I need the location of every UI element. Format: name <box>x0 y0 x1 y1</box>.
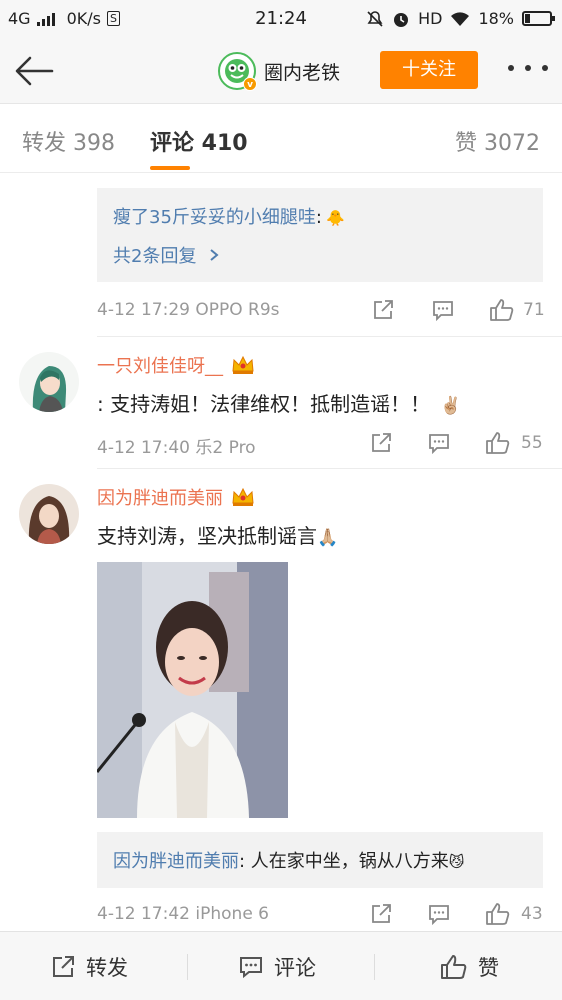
comment-label: 评论 <box>274 955 316 980</box>
wifi-icon <box>451 11 470 26</box>
comment-meta: 4-12 17:42 iPhone 6 43 <box>97 900 547 930</box>
comment-body: : 支持涛姐！法律维权！抵制造谣！！ ✌🏼 <box>97 388 461 417</box>
back-arrow-icon <box>15 56 54 86</box>
comment-icon[interactable] <box>431 298 455 322</box>
comment-time-device: 4-12 17:40 乐2 Pro <box>97 433 256 458</box>
share-icon[interactable] <box>369 431 393 455</box>
commenter-avatar[interactable] <box>19 484 79 544</box>
comment-time: 4-12 17:42 <box>97 904 190 924</box>
comment-meta: 4-12 17:40 乐2 Pro 55 <box>97 429 547 459</box>
more-dot-icon <box>525 65 531 71</box>
comment-device: iPhone 6 <box>195 904 269 924</box>
mute-icon <box>367 10 383 27</box>
comment-divider <box>97 336 562 337</box>
comment-body: 支持刘涛，坚决抵制谣言🙏🏼 <box>97 520 338 549</box>
like-icon <box>441 954 467 979</box>
more-replies-link[interactable]: 共2条回复 <box>113 242 220 268</box>
battery-icon <box>522 11 555 26</box>
commenter-name-label: 因为胖迪而美丽 <box>97 488 223 509</box>
hd-label: HD <box>418 9 443 28</box>
like-button[interactable]: 赞 <box>440 932 499 1000</box>
avatar-image <box>19 352 79 412</box>
comment-icon[interactable] <box>427 431 451 455</box>
comment-text: 支持刘涛，坚决抵制谣言 <box>97 524 317 548</box>
commenter-name-label: 一只刘佳佳呀__ <box>97 356 223 377</box>
tab-likes[interactable]: 赞 3072 <box>455 125 540 157</box>
reply-preview-box[interactable]: 因为胖迪而美丽: 人在家中坐，锅从八方来😼 <box>97 832 543 888</box>
comment-button[interactable]: 评论 <box>238 932 316 1000</box>
comment-text: : 支持涛姐！法律维权！抵制造谣！！ <box>97 392 431 416</box>
reply-user-link[interactable]: 因为胖迪而美丽 <box>113 851 239 872</box>
share-icon[interactable] <box>369 902 393 926</box>
comment-time: 4-12 17:40 <box>97 438 190 458</box>
more-dot-icon <box>508 65 514 71</box>
like-icon[interactable] <box>485 431 511 455</box>
status-right: HD 18% <box>366 9 555 28</box>
reply-user-link[interactable]: 瘦了35斤妥妥的小细腿哇 <box>113 207 316 228</box>
account-name[interactable]: 圈内老铁 <box>264 58 340 85</box>
like-icon[interactable] <box>489 298 515 322</box>
more-dot-icon <box>542 65 548 71</box>
reply-preview-line: 因为胖迪而美丽: 人在家中坐，锅从八方来😼 <box>113 847 464 873</box>
comment-time: 4-12 17:29 <box>97 300 190 320</box>
comment-icon <box>240 956 262 978</box>
bottom-divider <box>374 954 375 980</box>
vip-crown-icon <box>232 355 254 374</box>
like-label: 赞 <box>478 955 499 980</box>
like-count: 43 <box>521 904 543 924</box>
like-icon[interactable] <box>485 902 511 926</box>
follow-button[interactable]: 十关注 <box>380 51 478 89</box>
status-bar: 4G 0K/s S 21:24 HD 18% <box>0 0 562 38</box>
comment-time-device: 4-12 17:29 OPPO R9s <box>97 300 280 320</box>
vip-crown-icon <box>232 487 254 506</box>
reply-colon: : <box>315 207 322 228</box>
tab-comments[interactable]: 评论 410 <box>150 125 248 157</box>
tab-repost[interactable]: 转发 398 <box>22 125 115 157</box>
bottom-divider <box>187 954 188 980</box>
reply-text: : 人在家中坐，锅从八方来 <box>239 851 449 872</box>
reply-preview-line: 瘦了35斤妥妥的小细腿哇: 🐥 <box>113 203 345 229</box>
bottom-action-bar: 转发 评论 赞 <box>0 931 562 1000</box>
alarm-icon <box>394 12 409 27</box>
comment-device: 乐2 Pro <box>195 438 256 458</box>
top-nav: v 圈内老铁 十关注 <box>0 38 562 104</box>
interaction-tabs: 转发 398 评论 410 赞 3072 <box>0 105 562 173</box>
chevron-right-icon <box>210 249 219 261</box>
more-replies-label: 共2条回复 <box>113 246 197 267</box>
account-avatar[interactable]: v <box>218 52 257 91</box>
active-tab-indicator <box>150 166 190 170</box>
more-options-button[interactable] <box>508 56 548 80</box>
reply-emoji: 🐥 <box>325 209 345 227</box>
reply-emoji: 😼 <box>448 853 465 871</box>
avatar-image <box>19 484 79 544</box>
like-count: 55 <box>521 433 543 453</box>
commenter-name[interactable]: 一只刘佳佳呀__ <box>97 352 255 378</box>
comment-meta: 4-12 17:29 OPPO R9s 71 <box>97 296 547 326</box>
repost-icon <box>53 955 74 977</box>
comment-icon[interactable] <box>427 902 451 926</box>
comment-list: 瘦了35斤妥妥的小细腿哇: 🐥 共2条回复 4-12 17:29 OPPO R9s… <box>0 174 562 931</box>
share-icon[interactable] <box>371 298 395 322</box>
comment-emoji: ✌🏼 <box>440 396 462 416</box>
account-header[interactable]: v 圈内老铁 <box>218 52 340 91</box>
comment-image[interactable] <box>97 562 288 818</box>
comment-photo <box>97 562 288 818</box>
comment-divider <box>97 468 562 469</box>
like-count: 71 <box>523 300 545 320</box>
commenter-avatar[interactable] <box>19 352 79 412</box>
back-button[interactable] <box>14 54 54 88</box>
comment-time-device: 4-12 17:42 iPhone 6 <box>97 904 269 924</box>
battery-percent: 18% <box>478 9 514 28</box>
verified-badge: v <box>243 77 257 91</box>
commenter-name[interactable]: 因为胖迪而美丽 <box>97 484 255 510</box>
reply-preview-box[interactable]: 瘦了35斤妥妥的小细腿哇: 🐥 共2条回复 <box>97 188 543 282</box>
repost-button[interactable]: 转发 <box>50 932 128 1000</box>
comment-device: OPPO R9s <box>195 300 280 320</box>
repost-label: 转发 <box>86 955 128 980</box>
comment-emoji: 🙏🏼 <box>317 528 339 548</box>
